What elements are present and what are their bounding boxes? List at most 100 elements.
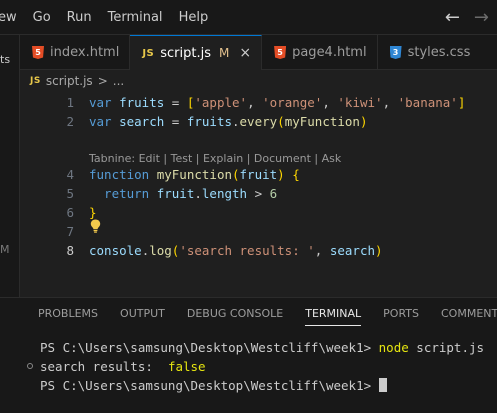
code-line: 4 function myFunction(fruit) { xyxy=(20,165,497,184)
modified-badge: M xyxy=(219,46,230,60)
terminal-line: PS C:\Users\samsung\Desktop\Westcliff\we… xyxy=(40,338,484,357)
code-token: var xyxy=(89,95,120,110)
tab-comments[interactable]: COMMENTS xyxy=(441,298,497,328)
modified-badge: M xyxy=(0,243,10,256)
js-icon: JS xyxy=(30,76,41,86)
tab-debug-console[interactable]: DEBUG CONSOLE xyxy=(187,298,283,328)
code-token: 'search results: ' xyxy=(179,243,315,258)
line-number: 5 xyxy=(66,186,74,201)
terminal-prompt: PS C:\Users\samsung\Desktop\Westcliff\we… xyxy=(40,378,379,393)
code-token: . xyxy=(232,114,240,129)
code-token: ) xyxy=(359,114,368,129)
code-token: ( xyxy=(232,167,240,182)
breadcrumb-more[interactable]: ... xyxy=(113,74,124,88)
code-line: 5 return fruit.length > 6 xyxy=(20,184,497,203)
code-token: 'banana' xyxy=(397,95,458,110)
code-token: fruits xyxy=(119,95,165,110)
terminal-prompt: PS C:\Users\samsung\Desktop\Westcliff\we… xyxy=(40,340,379,355)
code-token: = xyxy=(164,95,187,110)
terminal[interactable]: PS C:\Users\samsung\Desktop\Westcliff\we… xyxy=(27,338,484,395)
tab-problems[interactable]: PROBLEMS xyxy=(38,298,98,328)
tab-label: styles.css xyxy=(407,45,471,60)
close-icon[interactable]: × xyxy=(239,45,251,61)
breadcrumb-separator: > xyxy=(97,74,108,88)
tab-page4-html[interactable]: 5 page4.html xyxy=(262,35,378,70)
code-editor[interactable]: 1 var fruits = ['apple', 'orange', 'kiwi… xyxy=(20,92,497,297)
code-token: } xyxy=(89,205,97,220)
code-token: { xyxy=(292,167,300,182)
tab-label: script.js xyxy=(160,45,211,61)
code-text[interactable]: console.log('search results: ', search) xyxy=(89,241,383,260)
command-decoration-icon[interactable] xyxy=(27,363,33,369)
code-line: 7 xyxy=(20,219,497,241)
menu-go[interactable]: Go xyxy=(25,10,59,25)
code-token: fruit xyxy=(239,167,278,182)
code-token: var xyxy=(89,114,120,129)
code-token: myFunction xyxy=(156,167,232,182)
tab-ports[interactable]: PORTS xyxy=(383,298,419,328)
code-token: , xyxy=(322,95,338,110)
code-token: fruit xyxy=(156,186,195,201)
tab-styles-css[interactable]: 3 styles.css xyxy=(378,35,481,70)
forward-arrow-icon[interactable]: → xyxy=(474,8,489,27)
menu-run[interactable]: Run xyxy=(59,10,100,25)
terminal-output-value: false xyxy=(167,359,206,374)
line-number: 4 xyxy=(66,167,74,182)
tab-index-html[interactable]: 5 index.html xyxy=(20,35,131,70)
code-text[interactable]: var fruits = ['apple', 'orange', 'kiwi',… xyxy=(89,93,465,112)
line-number: 8 xyxy=(66,243,74,258)
panel-tabs: PROBLEMS OUTPUT DEBUG CONSOLE TERMINAL P… xyxy=(38,298,497,328)
code-token: search xyxy=(119,114,165,129)
code-token: 'orange' xyxy=(262,95,323,110)
code-token: ] xyxy=(457,95,466,110)
menu-help[interactable]: Help xyxy=(171,10,217,25)
code-token: fruits xyxy=(186,114,232,129)
line-number: 6 xyxy=(66,205,74,220)
terminal-line: PS C:\Users\samsung\Desktop\Westcliff\we… xyxy=(40,376,484,395)
code-token: search xyxy=(329,243,376,258)
css3-icon: 3 xyxy=(389,46,402,59)
code-text[interactable]: return fruit.length > 6 xyxy=(89,184,277,203)
menu-view[interactable]: ew xyxy=(0,10,25,25)
code-text[interactable]: var search = fruits.every(myFunction) xyxy=(89,112,368,131)
tab-label: page4.html xyxy=(292,45,367,60)
code-line-current: 8 console.log('search results: ', search… xyxy=(20,241,497,260)
code-token: , xyxy=(382,95,398,110)
code-token: ( xyxy=(277,114,285,129)
html5-icon: 5 xyxy=(274,46,287,59)
code-token: log xyxy=(149,243,172,258)
code-token: length xyxy=(201,186,248,201)
code-token: 'kiwi' xyxy=(337,95,383,110)
code-line: 2 var search = fruits.every(myFunction) xyxy=(20,112,497,131)
code-token: ) xyxy=(375,243,383,258)
code-token: myFunction xyxy=(284,114,360,129)
code-token: function xyxy=(89,167,157,182)
code-token: , xyxy=(314,243,330,258)
menu-terminal[interactable]: Terminal xyxy=(100,10,171,25)
line-number: 1 xyxy=(66,95,74,110)
code-token: 'apple' xyxy=(194,95,248,110)
line-number: 7 xyxy=(66,224,74,239)
code-line: 1 var fruits = ['apple', 'orange', 'kiwi… xyxy=(20,93,497,112)
bottom-panel: PROBLEMS OUTPUT DEBUG CONSOLE TERMINAL P… xyxy=(0,297,497,413)
back-arrow-icon[interactable]: ← xyxy=(445,8,460,27)
explorer-item-mark: ts xyxy=(0,53,11,66)
editor-tabs: 5 index.html JS script.js M × 5 page4.ht… xyxy=(20,35,497,70)
terminal-line: search results: false xyxy=(27,357,484,376)
code-token: console xyxy=(89,243,142,258)
tab-terminal[interactable]: TERMINAL xyxy=(305,298,361,328)
tab-script-js[interactable]: JS script.js M × xyxy=(130,35,263,70)
code-text[interactable]: function myFunction(fruit) { xyxy=(89,165,300,184)
terminal-output-label: search results: xyxy=(40,359,168,374)
tab-output[interactable]: OUTPUT xyxy=(120,298,165,328)
code-token: . xyxy=(194,186,202,201)
terminal-command-arg: script.js xyxy=(408,340,485,355)
nav-arrows: ← → xyxy=(445,0,489,35)
menu-bar: ew Go Run Terminal Help ← → xyxy=(0,0,497,35)
code-token: every xyxy=(239,114,278,129)
code-token: return xyxy=(89,186,157,201)
code-token: , xyxy=(247,95,263,110)
lightbulb-icon[interactable] xyxy=(90,219,101,233)
html5-icon: 5 xyxy=(32,46,44,59)
breadcrumb-file[interactable]: script.js xyxy=(46,74,93,88)
